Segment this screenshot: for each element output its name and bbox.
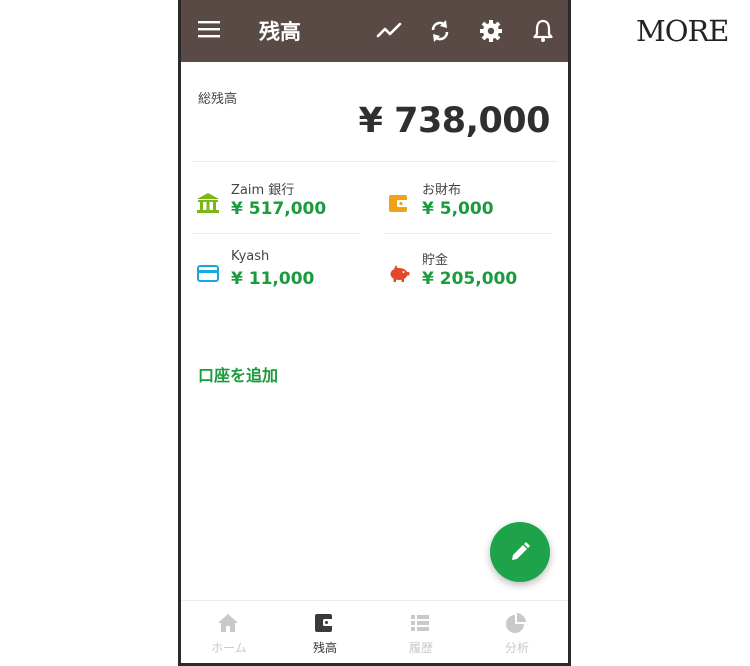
trend-icon[interactable] <box>375 17 403 45</box>
nav-item-label: 残高 <box>312 641 337 655</box>
gear-icon[interactable] <box>477 17 505 45</box>
home-icon <box>218 614 238 632</box>
total-balance-label: 総残高 <box>198 92 238 107</box>
account-savings[interactable]: 貯金 ¥ 205,000 <box>387 247 557 299</box>
divider <box>193 161 558 162</box>
bell-icon[interactable] <box>529 17 557 45</box>
account-name: お財布 <box>422 183 462 198</box>
wallet-icon <box>315 614 333 632</box>
account-wallet[interactable]: お財布 ¥ 5,000 <box>387 177 557 229</box>
bottom-navigation: ホーム 残高 履歴 分析 <box>181 600 568 663</box>
nav-item-label: 履歴 <box>408 641 433 655</box>
menu-icon[interactable] <box>198 19 220 43</box>
divider <box>193 233 361 234</box>
piggy-bank-icon <box>387 261 411 285</box>
nav-item-label: 分析 <box>504 641 529 655</box>
phone-screen: 残高 総残高 ¥ 738,000 Zaim 銀行 ¥ 517,000 お財布 ¥… <box>178 0 571 666</box>
nav-item-history[interactable]: 履歴 <box>373 601 469 663</box>
bank-icon <box>196 191 220 215</box>
nav-item-home[interactable]: ホーム <box>181 601 277 663</box>
nav-item-label: ホーム <box>211 641 247 655</box>
account-name: 貯金 <box>422 253 449 268</box>
brand-logo: MORE <box>636 14 729 48</box>
edit-fab-button[interactable] <box>490 522 550 582</box>
account-amount: ¥ 11,000 <box>231 269 315 289</box>
sync-icon[interactable] <box>426 17 454 45</box>
pencil-icon <box>512 542 530 560</box>
divider <box>385 233 553 234</box>
nav-item-balance[interactable]: 残高 <box>277 601 373 663</box>
pie-chart-icon <box>506 613 526 633</box>
account-zaim-bank[interactable]: Zaim 銀行 ¥ 517,000 <box>196 177 366 229</box>
account-name: Zaim 銀行 <box>231 183 295 198</box>
wallet-icon <box>387 191 411 215</box>
account-amount: ¥ 517,000 <box>231 199 327 219</box>
nav-item-analysis[interactable]: 分析 <box>469 601 565 663</box>
total-balance-value: ¥ 738,000 <box>358 101 551 141</box>
account-amount: ¥ 205,000 <box>422 269 518 289</box>
app-bar: 残高 <box>181 0 568 62</box>
account-kyash[interactable]: Kyash ¥ 11,000 <box>196 247 366 299</box>
add-account-link[interactable]: 口座を追加 <box>198 362 278 386</box>
page-title: 残高 <box>259 20 301 44</box>
card-icon <box>196 261 220 285</box>
list-icon <box>411 615 429 631</box>
account-name: Kyash <box>231 249 270 264</box>
account-amount: ¥ 5,000 <box>422 199 494 219</box>
